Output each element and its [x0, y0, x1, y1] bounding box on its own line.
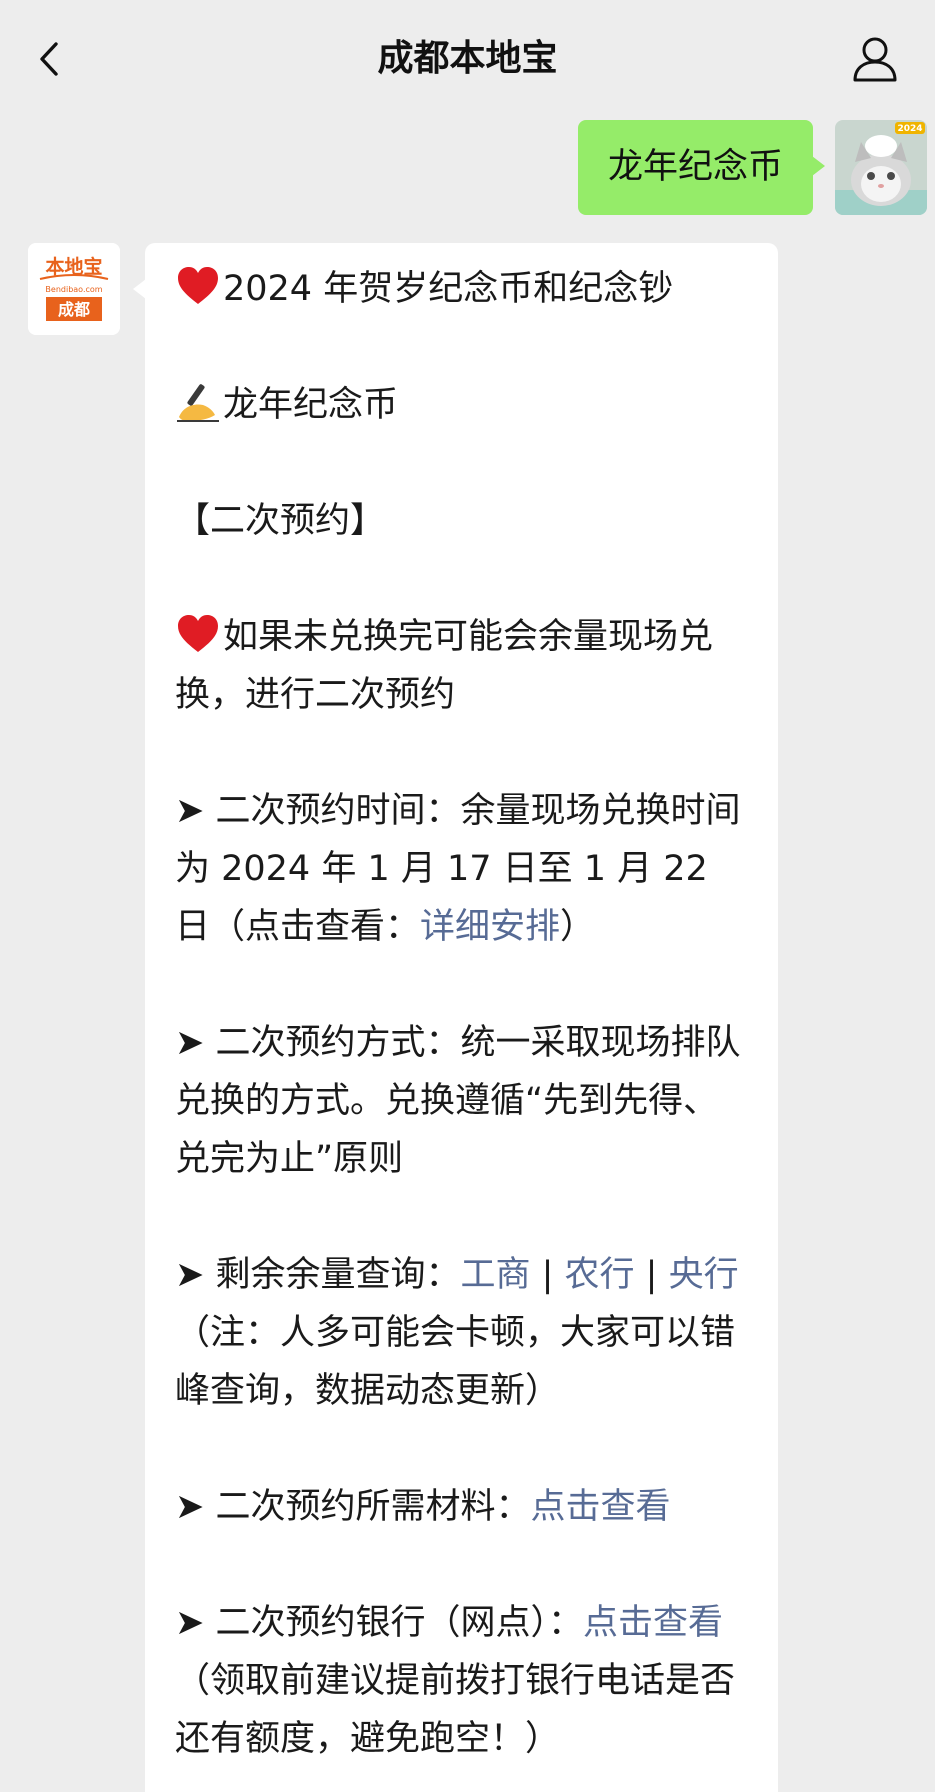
notice-paragraph: 如果未兑换完可能会余量现场兑换，进行二次预约 — [175, 608, 748, 724]
avatar-badge-text: 2024 — [897, 124, 922, 134]
user-avatar[interactable]: 2024 — [835, 120, 927, 215]
heart-icon — [178, 615, 218, 652]
bullet-arrow-icon: ➤ — [175, 1603, 205, 1643]
user-profile-icon — [853, 37, 897, 82]
logo-city-text: 成都 — [58, 300, 90, 319]
item-reservation-time: ➤ 二次预约时间：余量现场兑换时间为 2024 年 1 月 17 日至 1 月 … — [175, 782, 748, 956]
item-reservation-method: ➤ 二次预约方式：统一采取现场排队兑换的方式。兑换遵循“先到先得、兑完为止”原则 — [175, 1014, 748, 1188]
bullet-arrow-icon: ➤ — [175, 791, 205, 831]
message-line-subtitle: 龙年纪念币 — [175, 376, 748, 434]
outgoing-message-row: 龙年纪念币 2024 — [0, 120, 931, 220]
message-line-title-text: 2024 年贺岁纪念币和纪念钞 — [223, 269, 674, 309]
item-required-materials-text: 二次预约所需材料： — [204, 1487, 531, 1527]
cat-avatar-image: 2024 — [835, 120, 927, 215]
item-tail-text: ） — [560, 907, 596, 947]
link-view-materials[interactable]: 点击查看 — [530, 1487, 670, 1527]
link-icbc[interactable]: 工商 — [460, 1255, 530, 1295]
link-abc[interactable]: 农行 — [565, 1255, 635, 1295]
separator: | — [634, 1255, 669, 1295]
link-central-bank[interactable]: 央行 — [669, 1255, 739, 1295]
item-reservation-banks-note: （领取前建议提前拨打银行电话是否还有额度，避免跑空！） — [175, 1661, 736, 1759]
message-line-subtitle-text: 龙年纪念币 — [223, 385, 399, 425]
chat-title: 成都本地宝 — [377, 38, 558, 79]
section-heading: 【二次预约】 — [175, 501, 386, 541]
notice-paragraph-text: 如果未兑换完可能会余量现场兑换，进行二次预约 — [175, 617, 714, 715]
item-required-materials: ➤ 二次预约所需材料：点击查看 — [175, 1478, 748, 1536]
heart-icon — [178, 267, 218, 304]
separator: | — [530, 1255, 565, 1295]
bullet-arrow-icon: ➤ — [175, 1023, 205, 1063]
item-reservation-method-text: 二次预约方式：统一采取现场排队兑换的方式。兑换遵循“先到先得、兑完为止”原则 — [175, 1023, 741, 1179]
chat-header: 成都本地宝 — [0, 0, 935, 118]
bot-avatar[interactable]: 本地宝 Bendibao.com 成都 — [28, 243, 120, 335]
message-line-title: 2024 年贺岁纪念币和纪念钞 — [175, 260, 748, 318]
bullet-arrow-icon: ➤ — [175, 1487, 205, 1527]
item-remaining-query: ➤ 剩余余量查询：工商 | 农行 | 央行 （注：人多可能会卡顿，大家可以错峰查询… — [175, 1246, 748, 1420]
item-remaining-query-note: （注：人多可能会卡顿，大家可以错峰查询，数据动态更新） — [175, 1313, 736, 1411]
item-reservation-banks: ➤ 二次预约银行（网点）：点击查看 （领取前建议提前拨打银行电话是否还有额度，避免… — [175, 1594, 748, 1768]
outgoing-message-bubble[interactable]: 龙年纪念币 — [577, 120, 826, 215]
item-remaining-query-text: 剩余余量查询： — [204, 1255, 461, 1295]
link-view-banks[interactable]: 点击查看 — [583, 1603, 723, 1643]
profile-button[interactable] — [851, 34, 899, 84]
bullet-arrow-icon: ➤ — [175, 1255, 205, 1295]
link-detailed-schedule[interactable]: 详细安排 — [420, 907, 560, 947]
incoming-message-bubble[interactable]: 2024 年贺岁纪念币和纪念钞 龙年纪念币 【二次预约】 如果未兑换完可能会余量… — [133, 243, 778, 1792]
item-reservation-banks-text: 二次预约银行（网点）： — [204, 1603, 583, 1643]
logo-url-text: Bendibao.com — [45, 285, 102, 294]
writing-hand-icon — [177, 384, 219, 422]
bendibao-logo: 本地宝 Bendibao.com 成都 — [28, 243, 120, 335]
